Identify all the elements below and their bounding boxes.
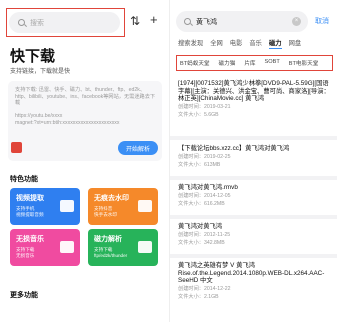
search-results-screen: 黄飞鸿 × 取消 搜索发现 全网 电影 音乐 磁力 网盘 BT蚂蚁天堂 磁力猫 …	[169, 0, 337, 322]
result-created: 创建时间：2012-11-25	[178, 231, 231, 238]
search-input[interactable]: 黄飞鸿 ×	[176, 11, 308, 32]
tab-music[interactable]: 音乐	[249, 38, 262, 49]
video-icon	[60, 200, 74, 212]
home-screen: 搜索 ⇅ + 快下载 支持链接，下载就是快 支持下载: 迅雷、快手、磁力、bt、…	[0, 0, 168, 322]
features-heading: 特色功能	[10, 176, 38, 183]
tab-discover[interactable]: 搜索发现	[178, 38, 203, 49]
sort-icon[interactable]: ⇅	[130, 14, 140, 28]
result-item[interactable]: [1974][0071532]黄飞鸿少林拳[DVD9-PAL-5.59G][国语…	[178, 80, 334, 119]
feature-lossless-music[interactable]: 无损音乐 支持下载 无损音乐	[10, 229, 80, 266]
tab-movies[interactable]: 电影	[230, 38, 243, 49]
feature-video-extract[interactable]: 视频提取 支持手机 视频提取音频	[10, 188, 80, 225]
result-item[interactable]: 黄飞鸿对黄飞鸿.rmvb 创建时间：2014-12-05 文件大小：616.2M…	[178, 184, 334, 208]
result-created: 创建时间：2014-12-05	[178, 192, 231, 199]
result-title: [1974][0071532]黄飞鸿少林拳[DVD9-PAL-5.59G][国语…	[178, 80, 330, 103]
page-title: 快下载	[10, 48, 56, 65]
more-features-heading: 更多功能	[10, 292, 38, 299]
search-highlight-box	[6, 8, 125, 37]
result-created: 创建时间：2019-03-21	[178, 103, 231, 110]
result-title: 黄飞鸿对黄飞鸿	[178, 223, 223, 230]
result-size: 文件大小：616.2MB	[178, 200, 225, 207]
feature-magnet-parse[interactable]: 磁力解析 支持下载 ftp/ed2k/thunder	[88, 229, 158, 266]
result-item[interactable]: 【下载论坛bbs.xzz.cc】黄飞鸿对黄飞鸿 创建时间：2019-02-25 …	[178, 145, 334, 169]
magnet-icon	[138, 241, 152, 253]
search-icon	[184, 18, 191, 25]
result-created: 创建时间：2019-02-25	[178, 153, 231, 160]
result-size: 文件大小：2.1GB	[178, 293, 219, 300]
divider	[170, 215, 337, 219]
result-size: 文件大小：5.6GB	[178, 111, 219, 118]
result-item[interactable]: 黄飞鸿对黄飞鸿 创建时间：2012-11-25 文件大小：342.8MB	[178, 223, 334, 247]
result-title: 黄飞鸿之英雄有梦 V 黄飞鸿 Rise.of.the.Legend.2014.1…	[178, 262, 325, 285]
engine-tabs: 搜索发现 全网 电影 音乐 磁力 网盘	[178, 38, 301, 49]
result-title: 黄飞鸿对黄飞鸿.rmvb	[178, 184, 238, 191]
clipboard-icon[interactable]	[11, 142, 22, 153]
start-parse-button[interactable]: 开始解析	[118, 141, 158, 155]
music-icon	[60, 241, 74, 253]
source-tabs-highlight-box	[176, 55, 333, 71]
clear-icon[interactable]: ×	[292, 17, 301, 26]
tab-netdisk[interactable]: 网盘	[289, 38, 302, 49]
divider	[170, 136, 337, 140]
tab-all-web[interactable]: 全网	[210, 38, 223, 49]
page-subtitle: 支持链接，下载就是快	[10, 69, 71, 75]
result-created: 创建时间：2014-12-22	[178, 285, 231, 292]
plus-icon[interactable]: +	[150, 12, 158, 27]
divider	[170, 176, 337, 180]
search-query: 黄飞鸿	[196, 18, 217, 26]
result-item[interactable]: 黄飞鸿之英雄有梦 V 黄飞鸿 Rise.of.the.Legend.2014.1…	[178, 262, 334, 301]
paste-hint: 支持下载: 迅雷、快手、磁力、bt、thunder、ftp、ed2k、http、…	[15, 87, 156, 126]
cancel-button[interactable]: 取消	[315, 16, 329, 26]
result-size: 文件大小：342.8MB	[178, 239, 225, 246]
result-title: 【下载论坛bbs.xzz.cc】黄飞鸿对黄飞鸿	[178, 145, 290, 152]
brush-icon	[138, 200, 152, 212]
divider	[170, 254, 337, 258]
result-size: 文件大小：613MB	[178, 161, 221, 168]
feature-remove-watermark[interactable]: 无痕去水印 支持抖音 快手去水印	[88, 188, 158, 225]
tab-magnet[interactable]: 磁力	[268, 38, 282, 49]
